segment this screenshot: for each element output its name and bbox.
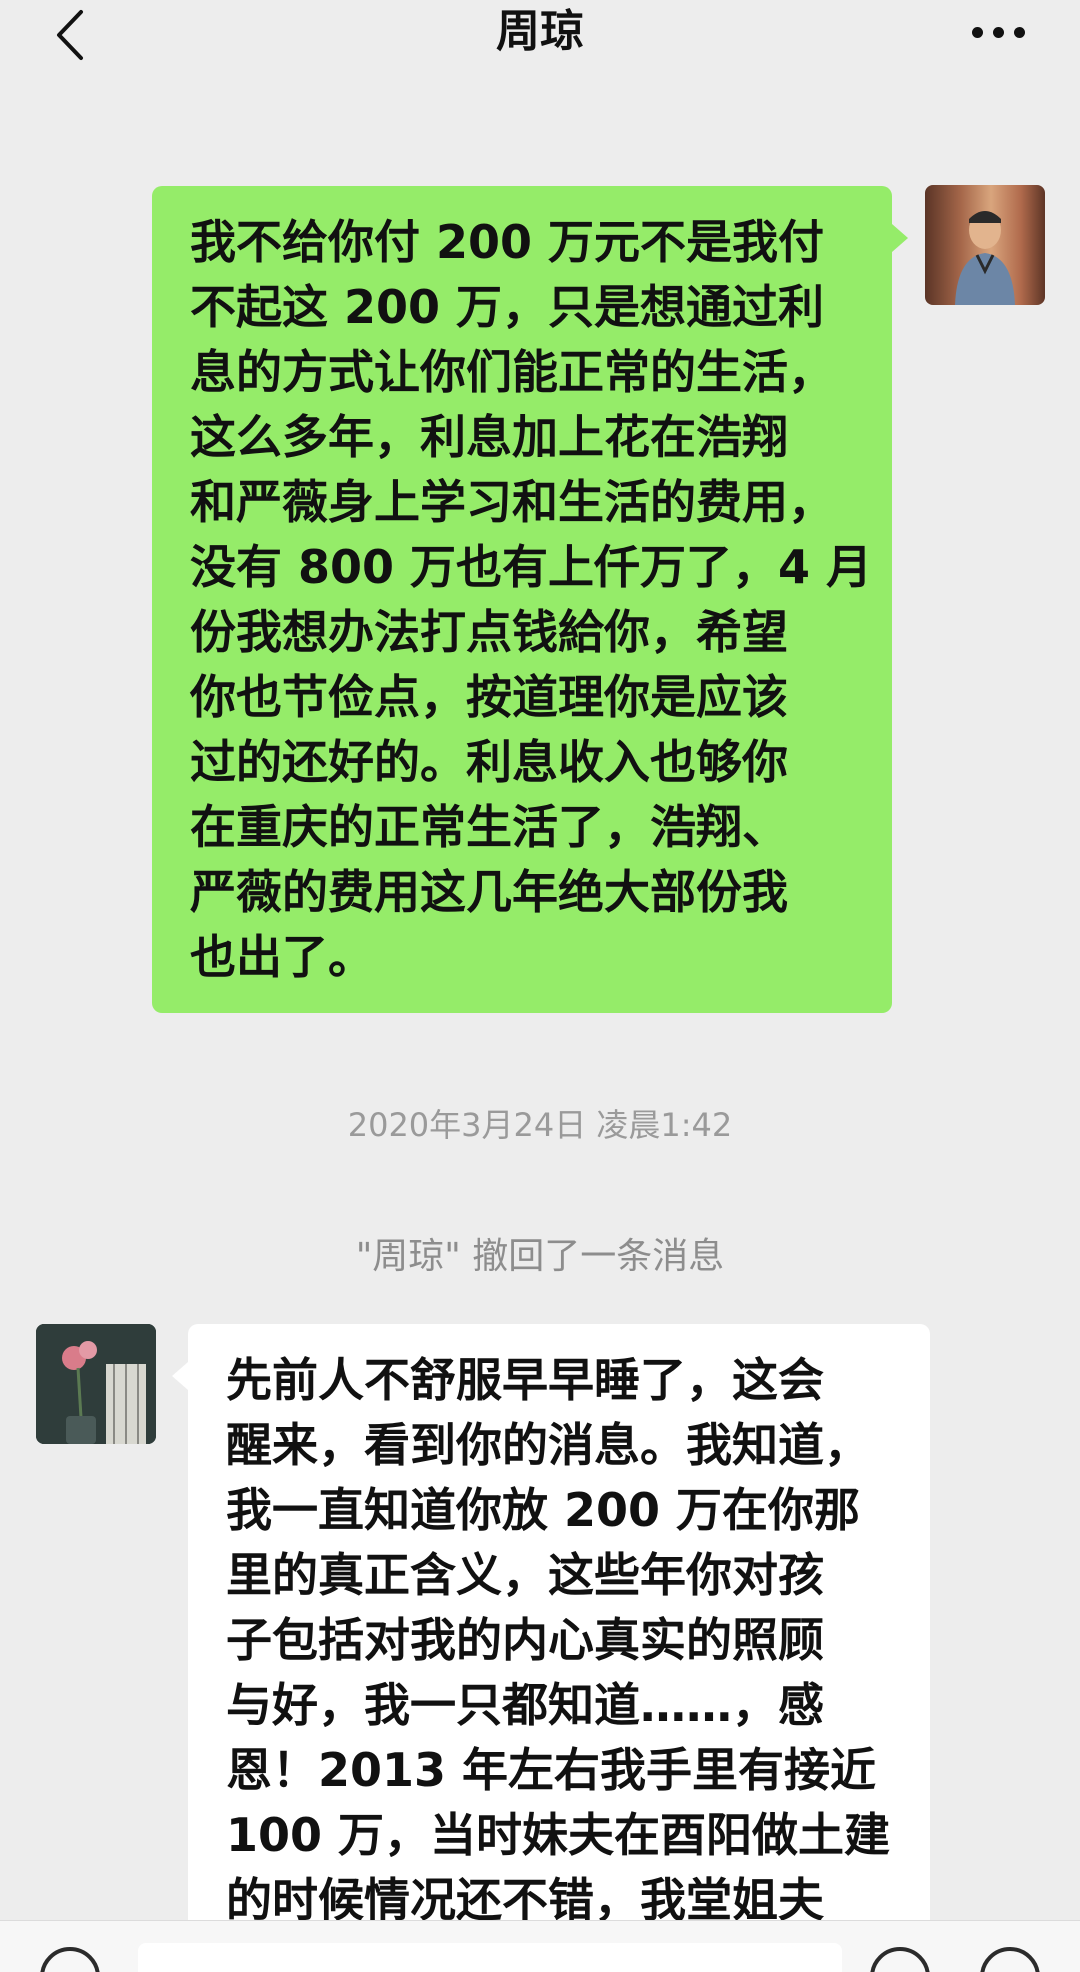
message-line: 与好，我一只都知道……，感 bbox=[226, 1678, 824, 1732]
received-message-bubble[interactable]: 先前人不舒服早早睡了，这会 醒来，看到你的消息。我知道， 我一直知道你放 200… bbox=[172, 1324, 930, 1972]
message-line: 不起这 200 万，只是想通过利 bbox=[190, 280, 825, 334]
flower-photo-icon bbox=[36, 1324, 156, 1444]
faded-text bbox=[420, 78, 660, 104]
message-line: 也出了。 bbox=[190, 930, 374, 984]
person-photo-icon bbox=[955, 211, 1015, 305]
more-button[interactable] bbox=[958, 0, 1038, 64]
sent-message-bubble[interactable]: 我不给你付 200 万元不是我付 不起这 200 万，只是想通过利 息的方式让你… bbox=[152, 186, 908, 1013]
message-line: 过的还好的。利息收入也够你 bbox=[190, 735, 788, 789]
message-line: 这么多年，利息加上花在浩翔 bbox=[190, 410, 788, 464]
message-line: 醒来，看到你的消息。我知道， bbox=[226, 1418, 870, 1472]
message-line: 恩！2013 年左右我手里有接近 bbox=[226, 1743, 877, 1797]
back-button[interactable] bbox=[40, 0, 100, 70]
message-input[interactable] bbox=[138, 1943, 842, 1972]
message-line: 我一直知道你放 200 万在你那 bbox=[226, 1483, 861, 1537]
plus-icon[interactable] bbox=[980, 1947, 1040, 1972]
message-line: 没有 800 万也有上仟万了，4 月 bbox=[190, 540, 873, 594]
message-line: 先前人不舒服早早睡了，这会 bbox=[226, 1353, 824, 1407]
message-line: 份我想办法打点钱給你，希望 bbox=[190, 605, 788, 659]
message-line: 里的真正含义，这些年你对孩 bbox=[226, 1548, 824, 1602]
chat-title: 周琼 bbox=[496, 6, 584, 57]
message-line: 100 万，当时妹夫在酉阳做土建 bbox=[226, 1808, 891, 1862]
message-line: 我不给你付 200 万元不是我付 bbox=[190, 215, 825, 269]
contact-avatar[interactable] bbox=[36, 1324, 156, 1444]
self-avatar[interactable] bbox=[925, 185, 1045, 305]
message-line: 息的方式让你们能正常的生活， bbox=[190, 345, 834, 399]
input-toolbar bbox=[0, 1920, 1080, 1972]
message-line: 子包括对我的内心真实的照顾 bbox=[226, 1613, 824, 1667]
message-line: 和严薇身上学习和生活的费用， bbox=[190, 475, 834, 529]
message-line: 你也节俭点，按道理你是应该 bbox=[190, 670, 788, 724]
recall-notice: "周琼" 撤回了一条消息 bbox=[355, 1236, 725, 1277]
more-dots-icon bbox=[971, 26, 983, 38]
message-timestamp: 2020年3月24日 凌晨1:42 bbox=[347, 1106, 733, 1144]
chat-screen: 周琼 我不给你付 200 万元不是我付 不起这 200 万，只是想通过利 息的方… bbox=[0, 0, 1080, 1972]
message-line: 在重庆的正常生活了，浩翔、 bbox=[190, 800, 788, 854]
chat-header: 周琼 bbox=[0, 0, 1080, 90]
message-line: 严薇的费用这几年绝大部份我 bbox=[190, 865, 788, 919]
voice-input-icon[interactable] bbox=[40, 1947, 100, 1972]
emoji-icon[interactable] bbox=[870, 1947, 930, 1972]
chevron-left-icon bbox=[57, 10, 83, 60]
